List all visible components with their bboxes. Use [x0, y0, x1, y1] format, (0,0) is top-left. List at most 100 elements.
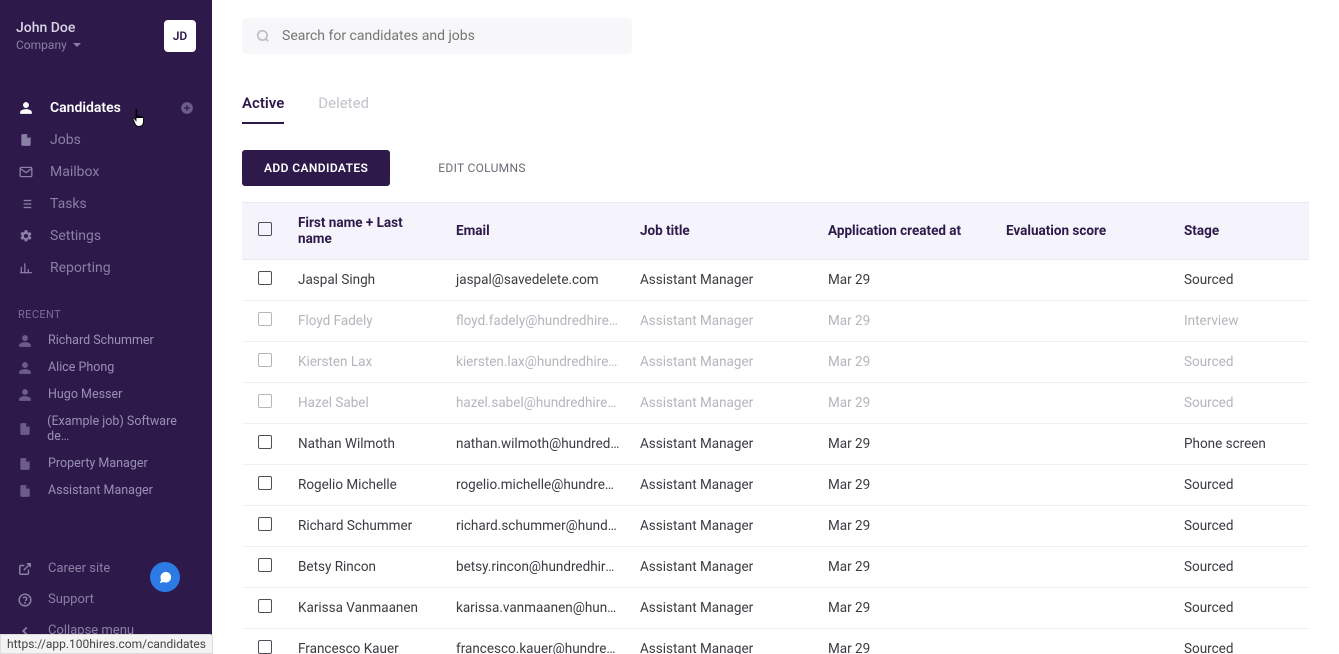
list-icon: [18, 197, 34, 211]
sidebar-item-mailbox[interactable]: Mailbox: [0, 156, 212, 188]
add-candidates-button[interactable]: ADD CANDIDATES: [242, 150, 390, 186]
cell-job[interactable]: Assistant Manager: [630, 342, 818, 383]
cell-job[interactable]: Assistant Manager: [630, 260, 818, 301]
cell-job[interactable]: Assistant Manager: [630, 629, 818, 654]
recent-item[interactable]: Property Manager: [0, 450, 212, 477]
table-row[interactable]: Betsy Rincon betsy.rincon@hundredhire… A…: [242, 547, 1309, 588]
table-row[interactable]: Nathan Wilmoth nathan.wilmoth@hundred… A…: [242, 424, 1309, 465]
cell-email[interactable]: kiersten.lax@hundredhires…: [446, 342, 630, 383]
career-site-link[interactable]: Career site: [0, 553, 212, 584]
sidebar-item-reporting[interactable]: Reporting: [0, 252, 212, 284]
table-wrap: First name + Last name Email Job title A…: [212, 202, 1339, 654]
cell-name[interactable]: Rogelio Michelle: [288, 465, 446, 506]
avatar[interactable]: JD: [164, 20, 196, 52]
row-checkbox[interactable]: [258, 394, 272, 408]
table-row[interactable]: Francesco Kauer francesco.kauer@hundred……: [242, 629, 1309, 654]
tab-deleted[interactable]: Deleted: [318, 94, 369, 124]
recent-header: RECENT: [0, 294, 212, 327]
recent-item[interactable]: Alice Phong: [0, 354, 212, 381]
recent-item[interactable]: Richard Schummer: [0, 327, 212, 354]
recent-item[interactable]: (Example job) Software de…: [0, 408, 212, 450]
table-row[interactable]: Jaspal Singh jaspal@savedelete.com Assis…: [242, 260, 1309, 301]
cell-name[interactable]: Betsy Rincon: [288, 547, 446, 588]
cell-job[interactable]: Assistant Manager: [630, 465, 818, 506]
user-info[interactable]: John Doe Company: [16, 20, 81, 52]
user-company-dropdown[interactable]: Company: [16, 38, 81, 52]
row-checkbox[interactable]: [258, 271, 272, 285]
cell-job[interactable]: Assistant Manager: [630, 547, 818, 588]
col-date[interactable]: Application created at: [818, 203, 996, 260]
cell-name[interactable]: Karissa Vanmaanen: [288, 588, 446, 629]
recent-item-label: Alice Phong: [48, 360, 114, 375]
col-email[interactable]: Email: [446, 203, 630, 260]
row-checkbox[interactable]: [258, 640, 272, 654]
support-link[interactable]: Support: [0, 584, 212, 615]
cell-name[interactable]: Floyd Fadely: [288, 301, 446, 342]
recent-item[interactable]: Hugo Messer: [0, 381, 212, 408]
sidebar-item-candidates[interactable]: Candidates: [0, 92, 212, 124]
select-all-checkbox[interactable]: [258, 222, 272, 236]
cell-name[interactable]: Francesco Kauer: [288, 629, 446, 654]
cell-email[interactable]: rogelio.michelle@hundred…: [446, 465, 630, 506]
cell-name[interactable]: Nathan Wilmoth: [288, 424, 446, 465]
chat-icon: [158, 570, 173, 585]
cell-email[interactable]: karissa.vanmaanen@hund…: [446, 588, 630, 629]
cell-email[interactable]: francesco.kauer@hundred…: [446, 629, 630, 654]
recent-item-label: (Example job) Software de…: [47, 414, 194, 444]
user-icon: [18, 388, 34, 402]
row-checkbox[interactable]: [258, 558, 272, 572]
row-checkbox[interactable]: [258, 517, 272, 531]
cell-name[interactable]: Richard Schummer: [288, 506, 446, 547]
col-stage[interactable]: Stage: [1174, 203, 1309, 260]
file-icon: [18, 484, 34, 498]
row-checkbox[interactable]: [258, 312, 272, 326]
sidebar-item-jobs[interactable]: Jobs: [0, 124, 212, 156]
sidebar-item-label: Reporting: [50, 260, 111, 276]
main-content: Active Deleted ADD CANDIDATES EDIT COLUM…: [212, 0, 1339, 654]
col-name[interactable]: First name + Last name: [288, 203, 446, 260]
row-checkbox-cell: [242, 301, 288, 342]
table-row[interactable]: Rogelio Michelle rogelio.michelle@hundre…: [242, 465, 1309, 506]
table-row[interactable]: Floyd Fadely floyd.fadely@hundredhire… A…: [242, 301, 1309, 342]
add-icon[interactable]: [180, 101, 194, 115]
row-checkbox[interactable]: [258, 353, 272, 367]
sidebar-item-tasks[interactable]: Tasks: [0, 188, 212, 220]
row-checkbox[interactable]: [258, 435, 272, 449]
sidebar-item-settings[interactable]: Settings: [0, 220, 212, 252]
cell-email[interactable]: floyd.fadely@hundredhire…: [446, 301, 630, 342]
gear-icon: [18, 229, 34, 243]
table-row[interactable]: Hazel Sabel hazel.sabel@hundredhires.… A…: [242, 383, 1309, 424]
cell-job[interactable]: Assistant Manager: [630, 424, 818, 465]
cell-email[interactable]: hazel.sabel@hundredhires.…: [446, 383, 630, 424]
cell-name[interactable]: Hazel Sabel: [288, 383, 446, 424]
recent-item[interactable]: Assistant Manager: [0, 477, 212, 504]
table-row[interactable]: Karissa Vanmaanen karissa.vanmaanen@hund…: [242, 588, 1309, 629]
cell-job[interactable]: Assistant Manager: [630, 506, 818, 547]
cell-email[interactable]: richard.schummer@hundr…: [446, 506, 630, 547]
cell-email[interactable]: betsy.rincon@hundredhire…: [446, 547, 630, 588]
cell-email[interactable]: nathan.wilmoth@hundred…: [446, 424, 630, 465]
search-input[interactable]: [282, 28, 618, 44]
table-row[interactable]: Kiersten Lax kiersten.lax@hundredhires… …: [242, 342, 1309, 383]
recent-item-label: Richard Schummer: [48, 333, 154, 348]
cell-job[interactable]: Assistant Manager: [630, 301, 818, 342]
cell-name[interactable]: Jaspal Singh: [288, 260, 446, 301]
file-icon: [18, 133, 34, 147]
cell-eval: [996, 547, 1174, 588]
cell-date: Mar 29: [818, 629, 996, 654]
tab-active[interactable]: Active: [242, 94, 284, 124]
cell-name[interactable]: Kiersten Lax: [288, 342, 446, 383]
row-checkbox[interactable]: [258, 476, 272, 490]
row-checkbox[interactable]: [258, 599, 272, 613]
chat-widget[interactable]: [150, 562, 180, 592]
edit-columns-button[interactable]: EDIT COLUMNS: [438, 161, 525, 175]
cell-job[interactable]: Assistant Manager: [630, 588, 818, 629]
col-job[interactable]: Job title: [630, 203, 818, 260]
table-row[interactable]: Richard Schummer richard.schummer@hundr……: [242, 506, 1309, 547]
cell-date: Mar 29: [818, 465, 996, 506]
nav: CandidatesJobsMailboxTasksSettings Report…: [0, 72, 212, 294]
cell-job[interactable]: Assistant Manager: [630, 383, 818, 424]
search-box[interactable]: [242, 18, 632, 54]
cell-email[interactable]: jaspal@savedelete.com: [446, 260, 630, 301]
col-eval[interactable]: Evaluation score: [996, 203, 1174, 260]
